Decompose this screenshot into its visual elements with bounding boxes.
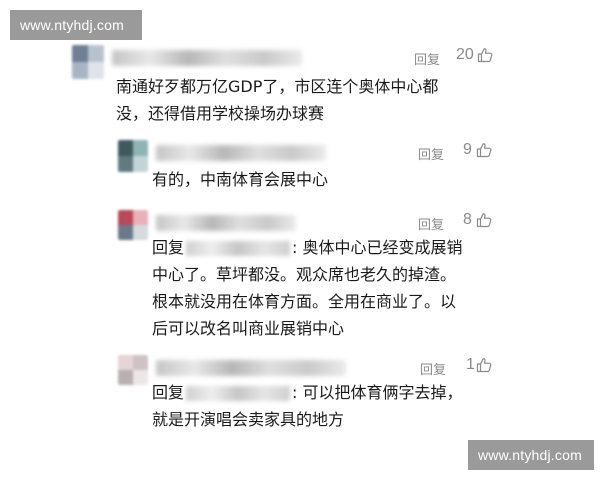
watermark-bottom: www.ntyhdj.com — [468, 440, 594, 470]
reply-text: : 奥体中心已经变成展销 — [292, 238, 463, 257]
thumbs-up-icon[interactable] — [476, 142, 492, 158]
mentioned-username-blurred[interactable] — [186, 386, 291, 401]
username-blurred[interactable] — [156, 145, 326, 161]
mentioned-username-blurred[interactable] — [186, 241, 291, 256]
comment-line: 南通好歹都万亿GDP了，市区连个奥体中心都 — [116, 77, 439, 96]
like-count: 20 — [456, 46, 474, 63]
reply-button[interactable]: 回复 — [418, 144, 444, 163]
comment-body: 有的，中南体育会展中心 — [152, 166, 328, 193]
username-blurred[interactable] — [112, 50, 302, 66]
watermark-top: www.ntyhdj.com — [10, 10, 142, 40]
comment-line: 根本就没用在体育方面。全用在商业了。以 — [152, 292, 457, 311]
comment-3: 回复 8 回复 : 奥体中心已经变成展销 中心了。草坪都没。观众席也老久的掉渣。 … — [118, 210, 498, 345]
like-count: 1 — [466, 356, 475, 373]
reply-button[interactable]: 回复 — [414, 49, 440, 68]
comment-line: 没，还得借用学校操场办球赛 — [116, 104, 325, 123]
thumbs-up-icon[interactable] — [477, 47, 493, 63]
comment-body: 回复 : 奥体中心已经变成展销 中心了。草坪都没。观众席也老久的掉渣。 根本就没用… — [152, 234, 463, 342]
avatar[interactable] — [118, 140, 148, 172]
reply-button[interactable]: 回复 — [420, 359, 446, 378]
comment-line: 有的，中南体育会展中心 — [152, 170, 329, 189]
username-blurred[interactable] — [156, 360, 346, 376]
thumbs-up-icon[interactable] — [476, 357, 492, 373]
reply-button[interactable]: 回复 — [418, 214, 444, 233]
avatar[interactable] — [118, 210, 148, 240]
reply-prefix: 回复 — [152, 238, 185, 257]
comment-body: 南通好歹都万亿GDP了，市区连个奥体中心都 没，还得借用学校操场办球赛 — [116, 73, 438, 127]
comment-line: 就是开演唱会卖家具的地方 — [152, 410, 345, 429]
comment-2: 回复 9 有的，中南体育会展中心 — [118, 140, 498, 200]
reply-text: : 可以把体育俩字去掉， — [292, 383, 463, 402]
like-count: 9 — [463, 141, 472, 158]
comment-1: 回复 20 南通好歹都万亿GDP了，市区连个奥体中心都 没，还得借用学校操场办球… — [72, 45, 502, 130]
comment-line: 中心了。草坪都没。观众席也老久的掉渣。 — [152, 265, 457, 284]
avatar[interactable] — [72, 45, 104, 79]
reply-prefix: 回复 — [152, 383, 185, 402]
comment-4: 回复 1 回复 : 可以把体育俩字去掉， 就是开演唱会卖家具的地方 — [118, 355, 498, 440]
username-blurred[interactable] — [156, 215, 296, 231]
comment-line: 回复 : 奥体中心已经变成展销 — [152, 234, 463, 261]
avatar[interactable] — [118, 355, 148, 385]
thumbs-up-icon[interactable] — [476, 212, 492, 228]
comment-line: 回复 : 可以把体育俩字去掉， — [152, 379, 463, 406]
comment-body: 回复 : 可以把体育俩字去掉， 就是开演唱会卖家具的地方 — [152, 379, 463, 433]
comment-line: 后可以改名叫商业展销中心 — [152, 319, 345, 338]
like-count: 8 — [463, 211, 472, 228]
